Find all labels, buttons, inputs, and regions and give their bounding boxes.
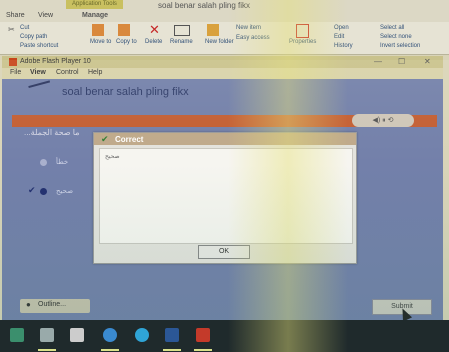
move-to-icon: [92, 24, 104, 36]
correct-dialog: ✔ Correct صحيح OK: [93, 132, 357, 264]
easy-access-button[interactable]: Easy access: [236, 35, 270, 41]
tab-manage[interactable]: Manage: [82, 12, 108, 19]
ok-button[interactable]: OK: [198, 245, 250, 259]
check-mark-icon: ✔: [28, 185, 36, 195]
pause-icon[interactable]: ⏸: [382, 117, 386, 124]
taskbar-indicator: [38, 349, 56, 351]
outline-circle-icon: ●: [26, 300, 31, 309]
paste-shortcut-button[interactable]: Paste shortcut: [20, 43, 58, 49]
taskbar-indicator: [194, 349, 212, 351]
start-icon[interactable]: [10, 328, 24, 342]
word-icon[interactable]: [165, 328, 179, 342]
flash-app-icon: [9, 58, 17, 66]
tab-view[interactable]: View: [38, 12, 53, 19]
option-false-label: خطأ: [56, 159, 69, 166]
correct-check-icon: ✔: [101, 134, 109, 144]
delete-x-icon: ✕: [149, 22, 160, 37]
flash-title-bar: Adobe Flash Player 10 — ☐ ✕: [2, 56, 443, 68]
mail-icon[interactable]: [70, 328, 84, 342]
flash-player-taskbar-icon[interactable]: [196, 328, 210, 342]
history-button[interactable]: History: [334, 43, 353, 49]
edge-icon[interactable]: [103, 328, 117, 342]
edit-button[interactable]: Edit: [334, 34, 344, 40]
rename-button[interactable]: Rename: [170, 39, 193, 45]
dialog-message: صحيح: [105, 154, 120, 160]
menu-control[interactable]: Control: [56, 69, 79, 76]
properties-button[interactable]: Properties: [289, 39, 316, 45]
copy-path-button[interactable]: Copy path: [20, 34, 47, 40]
invert-selection-button[interactable]: Invert selection: [380, 43, 420, 49]
copy-to-icon: [118, 24, 130, 36]
new-item-button[interactable]: New item: [236, 25, 261, 31]
maximize-button[interactable]: ☐: [398, 57, 405, 66]
taskbar-indicator: [101, 349, 119, 351]
copy-to-button[interactable]: Copy to: [116, 39, 137, 45]
select-all-button[interactable]: Select all: [380, 25, 404, 31]
question-text: ...ما صحة الجملة: [24, 128, 80, 137]
player-controls[interactable]: ◀) ⏸ ⟲: [352, 114, 414, 127]
flash-window-title: Adobe Flash Player 10: [20, 58, 91, 65]
cut-button[interactable]: Cut: [20, 25, 29, 31]
task-view-icon[interactable]: [40, 328, 54, 342]
context-tab-application-tools: Application Tools: [66, 0, 123, 9]
menu-file[interactable]: File: [10, 69, 21, 76]
move-to-button[interactable]: Move to: [90, 39, 111, 45]
open-button[interactable]: Open: [334, 25, 349, 31]
option-true-radio[interactable]: [40, 188, 47, 195]
option-true-label: صحيح: [56, 188, 74, 195]
minimize-button[interactable]: —: [374, 57, 382, 66]
option-false-radio[interactable]: [40, 159, 47, 166]
scissors-icon: ✂: [8, 25, 15, 34]
audio-icon[interactable]: ◀): [373, 117, 381, 124]
new-folder-icon: [207, 24, 219, 36]
outline-button[interactable]: ● Outline...: [20, 299, 90, 313]
select-none-button[interactable]: Select none: [380, 34, 412, 40]
taskbar: [0, 320, 449, 352]
properties-icon: [296, 24, 309, 38]
explorer-ribbon-tabs: Share View Application Tools Manage soal…: [0, 0, 449, 22]
quiz-logo-icon: [28, 80, 54, 102]
browser-icon[interactable]: [135, 328, 149, 342]
quiz-title: soal benar salah pling fikx: [62, 86, 189, 98]
menu-help[interactable]: Help: [88, 69, 102, 76]
explorer-window-title: soal benar salah pling fikx: [158, 1, 251, 10]
dialog-title-bar: ✔ Correct: [94, 133, 356, 145]
flash-menu-bar: File View Control Help: [2, 68, 443, 79]
outline-label: Outline...: [38, 301, 67, 308]
tab-share[interactable]: Share: [6, 12, 25, 19]
delete-button[interactable]: Delete: [145, 39, 162, 45]
close-button[interactable]: ✕: [424, 57, 431, 66]
dialog-title: Correct: [115, 135, 144, 144]
new-folder-button[interactable]: New folder: [205, 39, 234, 45]
rename-icon: [174, 25, 190, 36]
menu-view[interactable]: View: [30, 69, 46, 76]
dialog-body: صحيح: [99, 148, 353, 244]
taskbar-indicator: [163, 349, 181, 351]
replay-icon[interactable]: ⟲: [388, 117, 394, 124]
explorer-ribbon: ✂ Cut Copy path Paste shortcut Move to C…: [0, 22, 449, 55]
